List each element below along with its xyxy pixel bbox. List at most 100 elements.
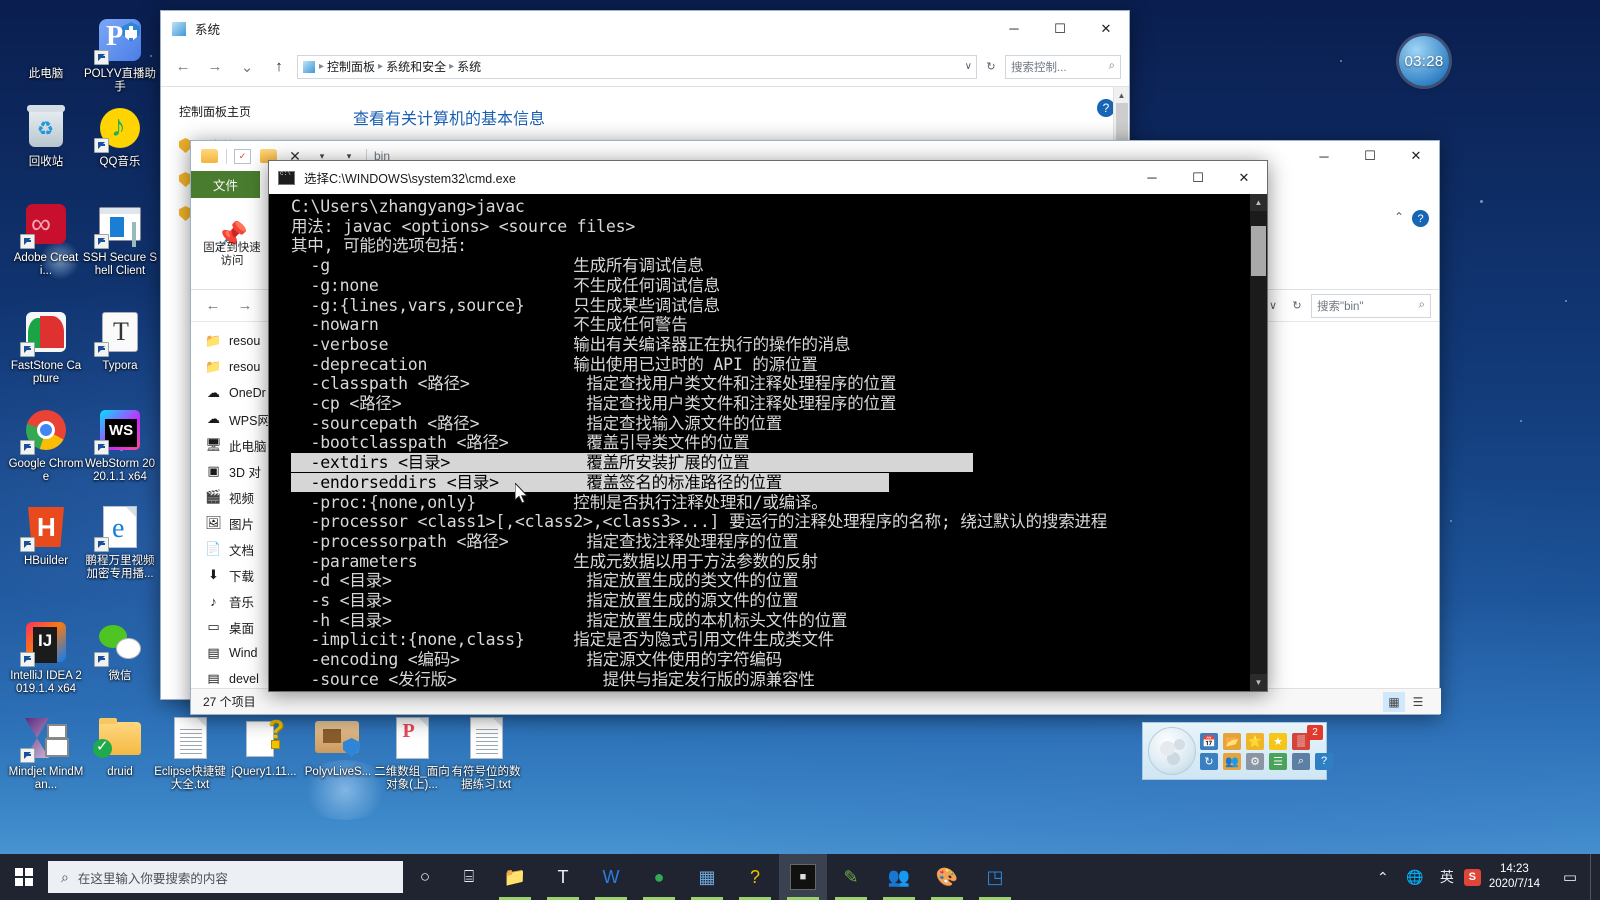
system-forward-button[interactable]: → [201,53,229,81]
explorer-minimize-button[interactable]: ─ [1301,138,1347,174]
system-recent-locations-button[interactable]: ⌄ [233,53,261,81]
cmd-minimize-button[interactable]: ─ [1129,160,1175,196]
explorer-back-button[interactable]: ← [199,292,227,320]
desktop-icon-0[interactable]: 此电脑 [8,16,84,81]
show-desktop-button[interactable] [1590,854,1598,900]
explorer-search-box[interactable]: 搜索"bin" ⌕ [1311,293,1431,318]
system-up-button[interactable]: ↑ [265,53,293,81]
system-search-box[interactable]: 搜索控制... ⌕ [1005,54,1121,79]
taskbar-search-box[interactable]: ⌕ 在这里输入你要搜索的内容 [48,861,403,893]
desktop-icon-8[interactable]: Google Chrome [8,406,84,484]
ime-indicator[interactable]: 英 [1432,854,1462,900]
breadcrumb-dropdown-icon[interactable]: ∨ [965,61,972,72]
desktop-icon-15[interactable]: Mindjet MindMan... [8,714,84,792]
desktop-icon-11[interactable]: 鹏程万里视频加密专用播... [82,503,158,581]
desktop-icon-12[interactable]: IntelliJ IDEA 2019.1.4 x64 [8,618,84,696]
save-icon[interactable] [199,146,219,166]
search-icon[interactable]: ⌕ [1292,752,1310,770]
desktop-clock-gadget[interactable]: 03:28 [1399,36,1449,86]
taskbar-app-notepad-editor[interactable]: ✎ [827,854,875,900]
properties-icon[interactable]: ✓ [234,148,251,164]
help-icon[interactable]: ? [1315,752,1333,770]
cmd-maximize-button[interactable]: ☐ [1175,160,1221,196]
refresh-icon[interactable]: ↻ [1200,752,1218,770]
command-prompt-window[interactable]: 选择C:\WINDOWS\system32\cmd.exe ─ ☐ ✕ C:\U… [268,160,1268,692]
desktop-icon-19[interactable]: PolyvLiveS... [300,714,376,779]
system-minimize-button[interactable]: ─ [991,11,1037,47]
taskbar-app-calculator[interactable]: ▦ [683,854,731,900]
document-icon[interactable]: ☰ [1269,752,1287,770]
taskbar-app-command-prompt[interactable]: ■ [779,854,827,900]
cortana-button[interactable]: ○ [403,854,447,900]
desktop-icon-10[interactable]: HBuilder [8,503,84,568]
folder-open-icon[interactable]: 📂 [1223,732,1241,750]
cmd-titlebar[interactable]: 选择C:\WINDOWS\system32\cmd.exe ─ ☐ ✕ [269,161,1267,194]
desktop-icon-7[interactable]: Typora [82,308,158,373]
ribbon-collapse-icon[interactable]: ⌃ [1394,210,1404,224]
system-address-bar[interactable]: ← → ⌄ ↑ ▸ 控制面板 ▸ 系统和安全 ▸ 系统 ∨ ↻ 搜索控制... … [161,47,1129,87]
cmd-close-button[interactable]: ✕ [1221,160,1267,196]
sogou-ime-icon[interactable]: S [1463,868,1481,886]
gadget-orb-icon[interactable] [1148,727,1196,775]
system-close-button[interactable]: ✕ [1083,11,1129,47]
star-badge-icon[interactable]: ⭐ [1246,732,1264,750]
people-icon[interactable]: 👥 [1223,752,1241,770]
taskbar[interactable]: ⌕ 在这里输入你要搜索的内容 ○ ⌸ 📁 T W ● ▦? ■ ✎ 👥 🎨 ◳ ⌃ 🌐 英 S 1… [0,854,1600,900]
taskbar-app-presentation-app[interactable]: ◳ [971,854,1019,900]
desktop-icon-20[interactable]: 二维数组_面向对象(上)... [374,714,450,792]
desktop-icon-1[interactable]: POLYV直播助手 [82,16,158,94]
desktop-icon-2[interactable]: 回收站 [8,104,84,169]
explorer-forward-button[interactable]: → [231,292,259,320]
desktop-icon-16[interactable]: druid [82,714,158,779]
desktop-icon-3[interactable]: QQ音乐 [82,104,158,169]
scrollbar-thumb[interactable] [1251,226,1266,276]
desktop-icon-9[interactable]: WebStorm 2020.1.1 x64 [82,406,158,484]
tray-expand-button[interactable]: ⌃ [1368,854,1398,900]
system-window-titlebar[interactable]: 系统 ─ ☐ ✕ [161,11,1129,47]
taskbar-app-file-explorer[interactable]: 📁 [491,854,539,900]
explorer-maximize-button[interactable]: ☐ [1347,138,1393,174]
help-icon[interactable]: ? [1412,210,1429,227]
scroll-down-icon[interactable]: ▼ [1250,674,1267,691]
system-tray[interactable]: ⌃ 🌐 英 S 14:23 2020/7/14 ▭ [1368,854,1600,900]
gear-icon[interactable]: ⚙ [1246,752,1264,770]
desktop-gadget-panel[interactable]: 📅 📂 ⭐ ★ ▒ ↻ 👥 ⚙ ☰ ⌕? 2 [1142,722,1333,780]
star-icon[interactable]: ★ [1269,732,1287,750]
sidebar-item-control-panel-home[interactable]: 控制面板主页 [179,103,331,120]
explorer-refresh-button[interactable]: ↻ [1287,294,1307,318]
breadcrumb-item-1[interactable]: 系统和安全 [386,58,446,75]
breadcrumb-item-0[interactable]: 控制面板 [327,58,375,75]
system-refresh-button[interactable]: ↻ [981,55,1001,79]
desktop-icon-5[interactable]: SSH Secure Shell Client [82,200,158,278]
taskbar-app-paint[interactable]: 🎨 [923,854,971,900]
cmd-console-body[interactable]: C:\Users\zhangyang>javac 用法: javac <optio… [269,194,1267,691]
desktop-icon-21[interactable]: 有符号位的数据练习.txt [448,714,524,792]
taskbar-app-wps[interactable]: W [587,854,635,900]
network-icon[interactable]: 🌐 [1400,854,1430,900]
system-maximize-button[interactable]: ☐ [1037,11,1083,47]
desktop-icon-6[interactable]: FastStone Capture [8,308,84,386]
desktop-icon-18[interactable]: ? jQuery1.11... [226,714,302,779]
view-large-icons-button[interactable]: ☰ [1407,692,1429,712]
task-view-button[interactable]: ⌸ [447,854,491,900]
taskbar-app-google-chrome[interactable]: ● [635,854,683,900]
ribbon-pin-to-quick-access-button[interactable]: 📌 固定到快速访问 [201,204,263,289]
tab-file[interactable]: 文件 [191,171,261,198]
taskbar-app-help-document[interactable]: ? [731,854,779,900]
start-button[interactable] [0,854,48,900]
cmd-console-output[interactable]: C:\Users\zhangyang>javac 用法: javac <optio… [269,194,1267,690]
cmd-scrollbar[interactable]: ▲ ▼ [1250,194,1267,691]
desktop-icon-13[interactable]: 微信 [82,618,158,683]
system-back-button[interactable]: ← [169,53,197,81]
scroll-up-icon[interactable]: ▲ [1114,87,1129,103]
desktop-icon-17[interactable]: Eclipse快捷键大全.txt [152,714,228,792]
scroll-up-icon[interactable]: ▲ [1250,194,1267,211]
taskbar-app-contacts-app[interactable]: 👥 [875,854,923,900]
calendar-icon[interactable]: 📅 [1200,732,1218,750]
view-details-button[interactable]: ▦ [1383,691,1405,712]
explorer-close-button[interactable]: ✕ [1393,138,1439,174]
breadcrumb-item-2[interactable]: 系统 [457,58,481,75]
notification-center-button[interactable]: ▭ [1552,854,1588,900]
desktop-icon-4[interactable]: Adobe Creati... [8,200,84,278]
taskbar-app-typora[interactable]: T [539,854,587,900]
